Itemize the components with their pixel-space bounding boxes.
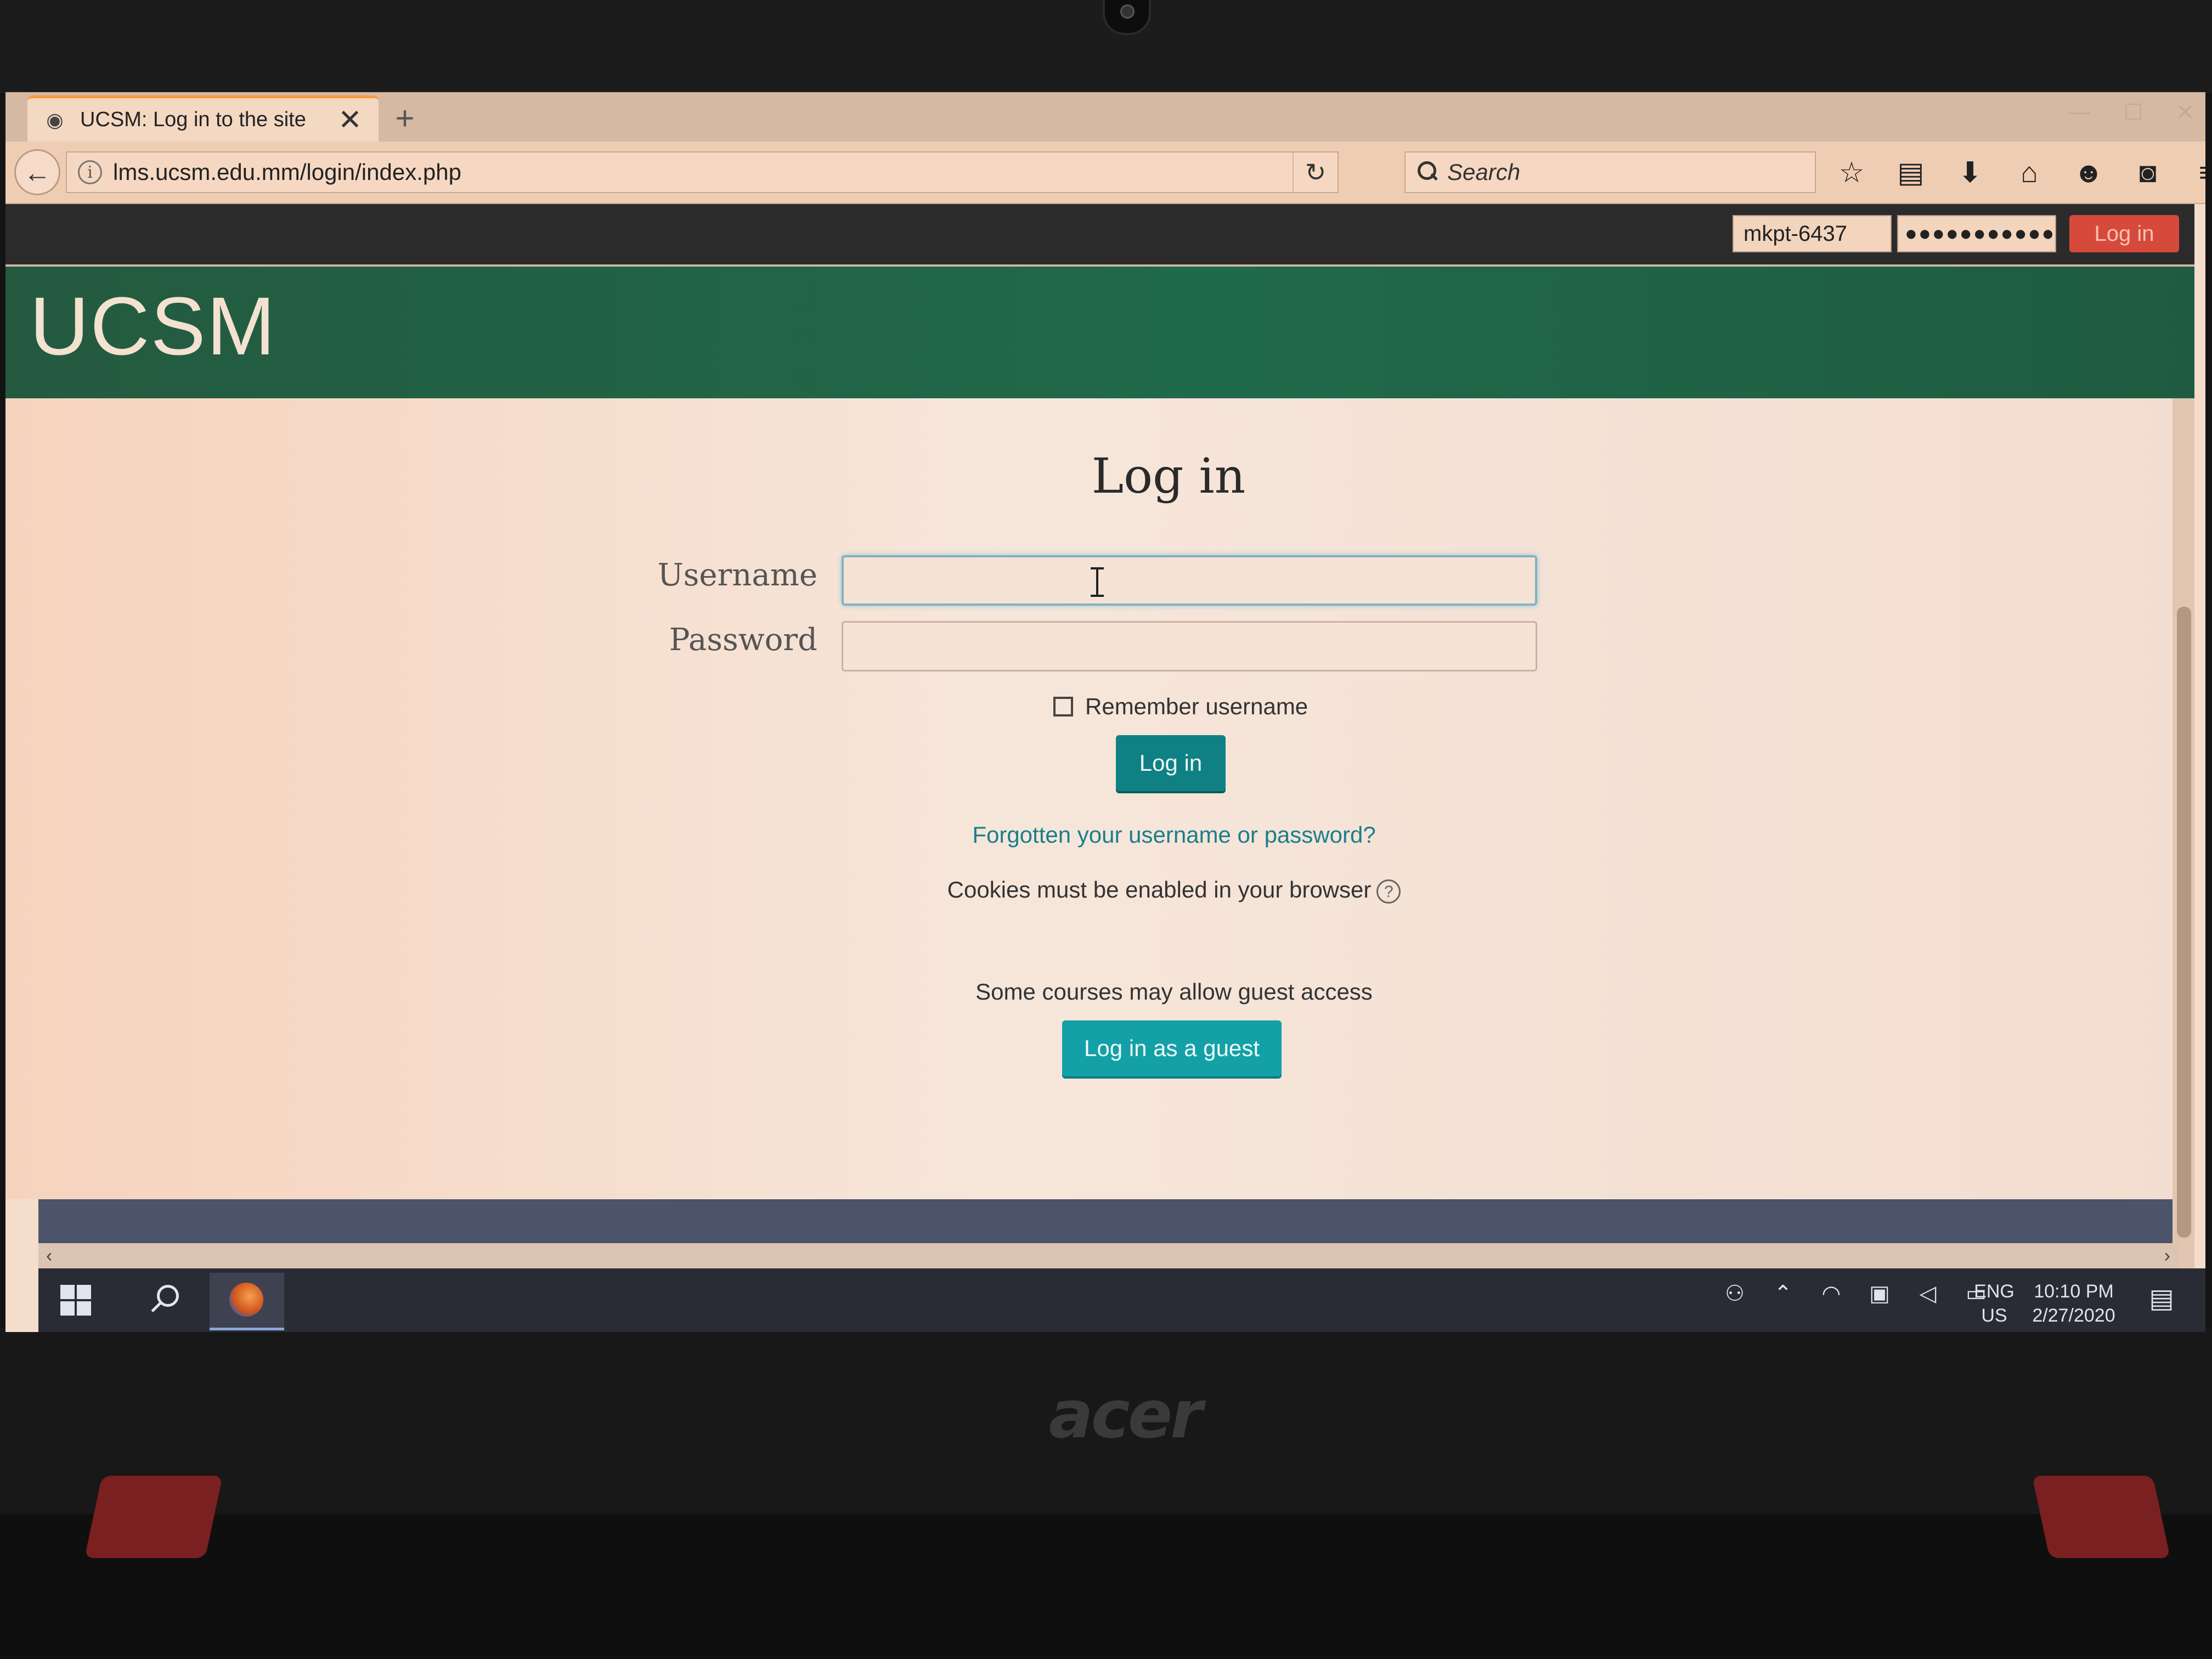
toolbar-icons: ☆ ▤ ⬇ ⌂ ☻ ◙ ≡ [1832, 154, 2205, 192]
star-icon[interactable]: ☆ [1832, 154, 1871, 192]
windows-taskbar: ⚇ ⌃ ◠ ▣ ◁ ▭ ENG US 10:10 PM 2/27/2020 ▤ [38, 1268, 2205, 1332]
home-icon[interactable]: ⌂ [2010, 154, 2049, 192]
back-arrow-icon[interactable]: ← [14, 149, 60, 195]
laptop-foot-right [2032, 1476, 2170, 1558]
forgot-password-link[interactable]: Forgotten your username or password? [938, 822, 1410, 848]
top-navbar: mkpt-6437 ●●●●●●●●●●● Log in [5, 204, 2194, 267]
cookies-notice-text: Cookies must be enabled in your browser [947, 877, 1372, 902]
username-label: Username [657, 557, 817, 593]
remember-username-checkbox[interactable] [1053, 697, 1073, 716]
scroll-left-arrow-icon[interactable]: ‹ [46, 1245, 52, 1267]
navbar-username-field[interactable]: mkpt-6437 [1733, 215, 1892, 252]
navbar-login-button[interactable]: Log in [2069, 215, 2179, 252]
system-clock[interactable]: 10:10 PM 2/27/2020 [2024, 1279, 2123, 1328]
navbar-password-field[interactable]: ●●●●●●●●●●● [1897, 215, 2056, 252]
vertical-scrollbar-thumb[interactable] [2177, 607, 2191, 1238]
scroll-right-arrow-icon[interactable]: › [2164, 1245, 2170, 1267]
hamburger-menu-icon[interactable]: ≡ [2188, 154, 2205, 192]
system-tray: ⚇ ⌃ ◠ ▣ ◁ ▭ [1723, 1282, 1988, 1306]
web-page: mkpt-6437 ●●●●●●●●●●● Log in UCSM Log in… [5, 204, 2194, 1332]
reload-icon[interactable]: ↻ [1293, 153, 1338, 192]
taskbar-firefox-icon[interactable] [210, 1273, 284, 1330]
search-placeholder: Search [1447, 159, 1521, 185]
notification-center-icon[interactable]: ▤ [2145, 1283, 2178, 1316]
vertical-scrollbar[interactable]: ⌄ [2172, 398, 2194, 1332]
clipboard-icon[interactable]: ▤ [1892, 154, 1930, 192]
taskbar-search-icon[interactable] [148, 1282, 181, 1314]
download-icon[interactable]: ⬇ [1951, 154, 1989, 192]
remember-username-row: Remember username [1053, 693, 1308, 720]
tab-bar: ◉ UCSM: Log in to the site ✕ + — ☐ ✕ [5, 92, 2205, 142]
wifi-icon[interactable]: ◠ [1819, 1282, 1843, 1306]
maximize-icon[interactable]: ☐ [2124, 100, 2143, 125]
security-icon[interactable]: ▣ [1867, 1282, 1892, 1306]
minimize-icon[interactable]: — [2069, 100, 2091, 125]
region-code: US [1981, 1305, 2007, 1326]
login-panel: Log in Username Password Remember userna… [5, 398, 2194, 1199]
help-icon[interactable]: ? [1376, 879, 1401, 904]
url-text[interactable]: lms.ucsm.edu.mm/login/index.php [113, 159, 1293, 185]
moodle-favicon-icon: ◉ [46, 108, 64, 131]
laptop-brand-logo: acer [1048, 1377, 1203, 1453]
window-controls: — ☐ ✕ [2069, 100, 2194, 125]
guest-access-note: Some courses may allow guest access [975, 979, 1373, 1005]
navigation-toolbar: ← i lms.ucsm.edu.mm/login/index.php ↻ Se… [5, 142, 2205, 204]
search-bar[interactable]: Search [1404, 151, 1816, 193]
horizontal-scrollbar[interactable]: ‹ › [38, 1243, 2178, 1268]
site-header: UCSM [5, 267, 2194, 398]
chat-icon[interactable]: ☻ [2069, 154, 2108, 192]
tab-active[interactable]: ◉ UCSM: Log in to the site ✕ [27, 95, 379, 142]
text-cursor-icon [1091, 567, 1104, 597]
windows-start-icon[interactable] [60, 1285, 91, 1316]
page-title: Log in [1091, 448, 1246, 504]
password-label: Password [669, 622, 817, 658]
new-tab-button[interactable]: + [390, 102, 420, 135]
laptop-bezel-top [0, 0, 2212, 93]
site-name[interactable]: UCSM [30, 279, 276, 374]
address-bar[interactable]: i lms.ucsm.edu.mm/login/index.php ↻ [66, 151, 1339, 193]
remember-username-label[interactable]: Remember username [1085, 693, 1308, 720]
laptop-foot-left [84, 1476, 223, 1558]
search-icon [1415, 160, 1440, 184]
tab-title: UCSM: Log in to the site [80, 108, 306, 131]
people-icon[interactable]: ⚇ [1723, 1282, 1747, 1306]
password-input[interactable] [842, 621, 1537, 672]
laptop-hinge [0, 1514, 2212, 1659]
clock-time: 10:10 PM [2034, 1281, 2114, 1302]
pocket-icon[interactable]: ◙ [2129, 154, 2167, 192]
tab-close-icon[interactable]: ✕ [338, 106, 362, 134]
screen: ◉ UCSM: Log in to the site ✕ + — ☐ ✕ ← i… [5, 92, 2205, 1332]
show-hidden-icons-icon[interactable]: ⌃ [1771, 1282, 1795, 1306]
site-info-icon[interactable]: i [78, 160, 102, 184]
language-indicator[interactable]: ENG US [1970, 1279, 2019, 1328]
clock-date: 2/27/2020 [2032, 1305, 2115, 1326]
login-button[interactable]: Log in [1116, 735, 1226, 791]
guest-login-button[interactable]: Log in as a guest [1062, 1020, 1282, 1076]
language-code: ENG [1974, 1281, 2015, 1302]
username-input[interactable] [842, 555, 1537, 606]
cookies-notice: Cookies must be enabled in your browser? [938, 877, 1410, 904]
webcam [1103, 0, 1151, 35]
close-window-icon[interactable]: ✕ [2176, 100, 2194, 125]
volume-icon[interactable]: ◁ [1916, 1282, 1940, 1306]
